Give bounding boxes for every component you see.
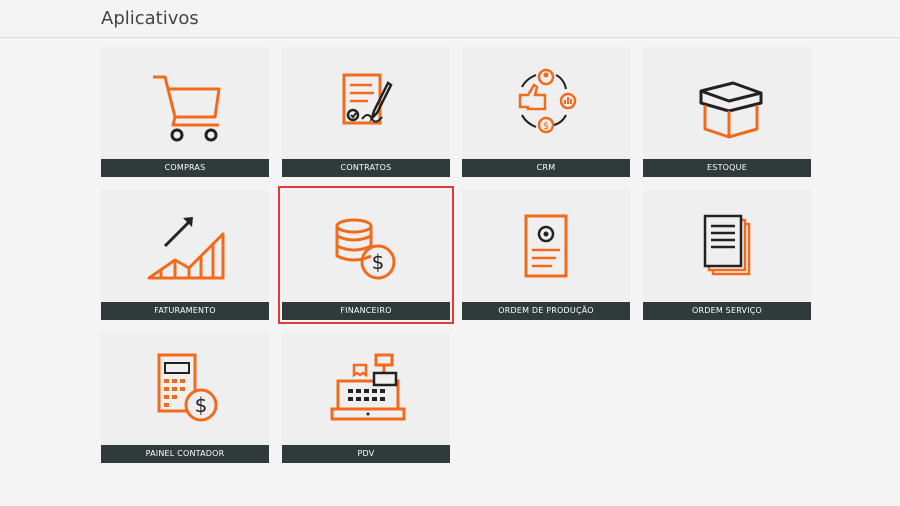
app-tile-financeiro[interactable]: $ FINANCEIRO: [278, 186, 454, 324]
calculator-dollar-icon: $: [157, 353, 218, 422]
app-label: ORDEM SERVIÇO: [643, 302, 811, 320]
app-tile-estoque[interactable]: ESTOQUE: [643, 47, 811, 177]
header-bar: Aplicativos: [0, 0, 900, 38]
documents-stack-icon: [703, 214, 751, 276]
shopping-cart-icon: [153, 75, 221, 142]
app-label: COMPRAS: [101, 159, 269, 177]
app-label: ORDEM DE PRODUÇÃO: [462, 302, 630, 320]
app-label: CRM: [462, 159, 630, 177]
page-title: Aplicativos: [101, 8, 199, 29]
app-label: PAINEL CONTADOR: [101, 445, 269, 463]
app-tile-ordem-producao[interactable]: ORDEM DE PRODUÇÃO: [462, 190, 630, 320]
app-label: PDV: [282, 445, 450, 463]
svg-text:$: $: [195, 393, 208, 417]
contract-signature-icon: [342, 73, 393, 125]
app-tile-pdv[interactable]: PDV: [282, 333, 450, 463]
app-tile-compras[interactable]: COMPRAS: [101, 47, 269, 177]
growth-chart-icon: [147, 217, 225, 280]
app-label: ESTOQUE: [643, 159, 811, 177]
app-label: FINANCEIRO: [282, 302, 450, 320]
app-tile-faturamento[interactable]: FATURAMENTO: [101, 190, 269, 320]
app-label: FATURAMENTO: [101, 302, 269, 320]
app-tile-ordem-servico[interactable]: ORDEM SERVIÇO: [643, 190, 811, 320]
app-tile-painel-contador[interactable]: $ PAINEL CONTADOR: [101, 333, 269, 463]
svg-text:$: $: [543, 121, 549, 132]
app-tile-crm[interactable]: $ CRM: [462, 47, 630, 177]
production-order-icon: [524, 214, 568, 278]
crm-cycle-icon: $: [518, 68, 577, 134]
app-tile-contratos[interactable]: CONTRATOS: [282, 47, 450, 177]
coins-dollar-icon: $: [335, 218, 396, 280]
svg-text:$: $: [372, 250, 385, 274]
cash-register-icon: [330, 353, 406, 421]
box-icon: [699, 81, 763, 139]
app-label: CONTRATOS: [282, 159, 450, 177]
